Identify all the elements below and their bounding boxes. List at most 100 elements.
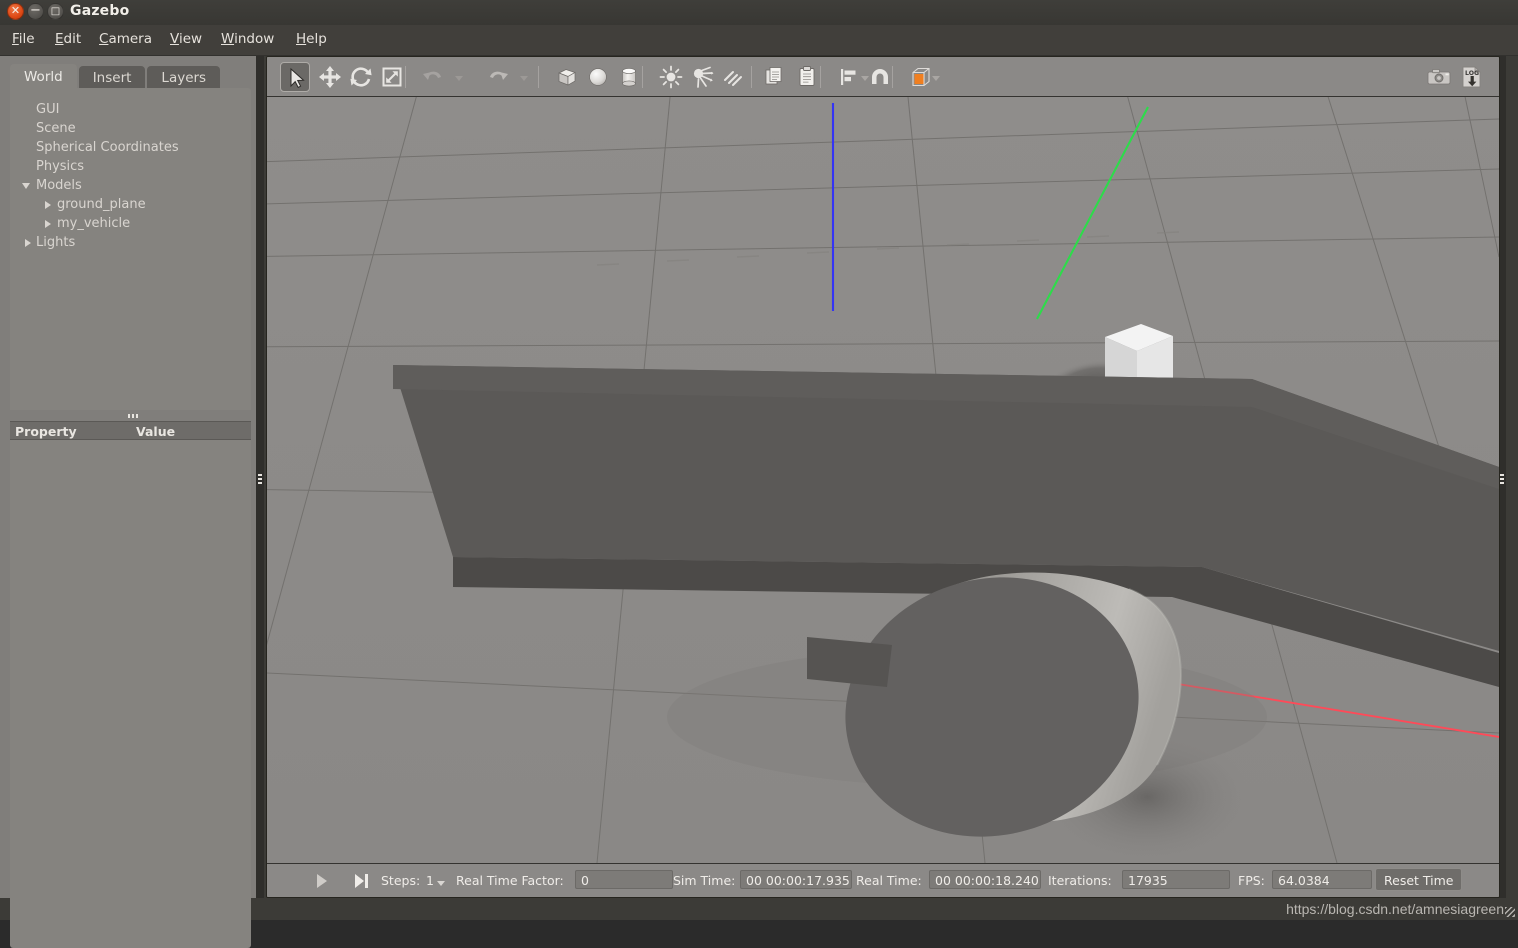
- snap-button[interactable]: [865, 62, 895, 92]
- sim-time-field: 00 00:00:17.935: [740, 870, 852, 889]
- window-controls: ✕ − □: [7, 3, 64, 20]
- left-panel-splitter[interactable]: [256, 56, 264, 898]
- sidebar-horizontal-splitter[interactable]: [10, 412, 251, 421]
- scale-mode-button[interactable]: [377, 62, 407, 92]
- toolbar-separator: [538, 66, 539, 88]
- minimize-icon[interactable]: −: [27, 3, 44, 20]
- tree-item-lights[interactable]: Lights: [10, 233, 251, 252]
- paste-icon: [792, 62, 822, 92]
- real-time-factor-field: 0: [575, 870, 673, 889]
- select-mode-button[interactable]: [280, 62, 310, 92]
- toolbar-separator: [405, 66, 406, 88]
- close-glyph: ✕: [8, 4, 23, 19]
- translate-mode-button[interactable]: [315, 62, 345, 92]
- tab-insert[interactable]: Insert: [79, 66, 146, 90]
- chevron-down-icon[interactable]: [22, 183, 30, 189]
- maximize-icon[interactable]: □: [47, 3, 64, 20]
- tree-item-label: Models: [36, 176, 82, 195]
- toolbar-separator: [642, 66, 643, 88]
- align-button[interactable]: [834, 62, 864, 92]
- reset-time-button[interactable]: Reset Time: [1375, 868, 1462, 891]
- undo-button[interactable]: [418, 62, 448, 92]
- tab-world[interactable]: World: [10, 64, 77, 90]
- redo-history-caret-icon[interactable]: [520, 76, 528, 81]
- iterations-field: 17935: [1122, 870, 1230, 889]
- fps-field: 64.0384: [1272, 870, 1372, 889]
- menu-item-file[interactable]: File: [10, 31, 37, 47]
- chevron-right-icon[interactable]: [45, 201, 51, 209]
- tree-item-scene[interactable]: Scene: [10, 119, 251, 138]
- tree-item-label: Scene: [36, 119, 76, 138]
- splitter-grip-icon: [1500, 474, 1504, 485]
- undo-arrow-icon: [418, 62, 448, 92]
- step-triangle-icon: [355, 874, 364, 888]
- maximize-glyph: □: [48, 4, 63, 19]
- tree-item-gui[interactable]: GUI: [10, 100, 251, 119]
- menu-bar: File Edit Camera View Window Help: [0, 25, 1518, 56]
- menu-item-window[interactable]: Window: [219, 31, 276, 47]
- sidebar-tabs: World Insert Layers: [10, 64, 222, 90]
- tab-layers[interactable]: Layers: [147, 66, 220, 90]
- view-mode-caret-icon[interactable]: [932, 76, 940, 81]
- play-button[interactable]: [317, 874, 327, 888]
- sphere-icon: [583, 62, 613, 92]
- tree-item-label: Lights: [36, 233, 75, 252]
- window-resize-grip[interactable]: [1505, 907, 1515, 917]
- menu-item-view[interactable]: View: [168, 31, 204, 47]
- sim-time-label: Sim Time:: [673, 873, 735, 888]
- tree-item-my-vehicle[interactable]: my_vehicle: [10, 214, 251, 233]
- redo-button[interactable]: [483, 62, 513, 92]
- real-time-field: 00 00:00:18.240: [929, 870, 1041, 889]
- toolbar-separator: [820, 66, 821, 88]
- rotate-mode-button[interactable]: [346, 62, 376, 92]
- tree-item-label: Physics: [36, 157, 84, 176]
- cursor-arrow-icon: [281, 63, 311, 93]
- insert-spot-light-button[interactable]: [687, 62, 717, 92]
- close-icon[interactable]: ✕: [7, 3, 24, 20]
- copy-button[interactable]: [759, 62, 789, 92]
- redo-arrow-icon: [483, 62, 513, 92]
- scale-icon: [377, 62, 407, 92]
- property-table-body: [10, 440, 251, 948]
- rotate-icon: [346, 62, 376, 92]
- 3d-viewport[interactable]: [267, 97, 1499, 863]
- insert-point-light-button[interactable]: [656, 62, 686, 92]
- tree-item-label: ground_plane: [57, 195, 146, 214]
- point-light-icon: [656, 62, 686, 92]
- toolbar-separator: [892, 66, 893, 88]
- tree-item-ground-plane[interactable]: ground_plane: [10, 195, 251, 214]
- screenshot-button[interactable]: [1424, 62, 1454, 92]
- main-toolbar: LOG: [267, 57, 1499, 97]
- chevron-right-icon[interactable]: [25, 239, 31, 247]
- tree-item-label: my_vehicle: [57, 214, 130, 233]
- insert-sphere-button[interactable]: [583, 62, 613, 92]
- menu-item-help[interactable]: Help: [294, 31, 329, 47]
- gazebo-window: ✕ − □ Gazebo File Edit Camera View Windo…: [0, 0, 1518, 920]
- steps-value[interactable]: 1: [426, 873, 434, 888]
- left-panel: World Insert Layers GUI Scene Spherical …: [0, 56, 262, 898]
- real-time-label: Real Time:: [856, 873, 922, 888]
- chevron-right-icon[interactable]: [45, 220, 51, 228]
- svg-text:LOG: LOG: [1465, 70, 1479, 77]
- undo-history-caret-icon[interactable]: [455, 76, 463, 81]
- tree-item-physics[interactable]: Physics: [10, 157, 251, 176]
- menu-item-edit[interactable]: Edit: [53, 31, 83, 47]
- status-bar: Steps: 1 Real Time Factor: 0 Sim Time: 0…: [267, 863, 1499, 897]
- toolbar-separator: [751, 66, 752, 88]
- paste-button[interactable]: [792, 62, 822, 92]
- log-button[interactable]: LOG: [1457, 62, 1487, 92]
- steps-caret-icon[interactable]: [437, 881, 445, 886]
- insert-directional-light-button[interactable]: [718, 62, 748, 92]
- tree-item-spherical-coordinates[interactable]: Spherical Coordinates: [10, 138, 251, 157]
- tree-item-models[interactable]: Models: [10, 176, 251, 195]
- align-icon: [834, 62, 864, 92]
- fps-label: FPS:: [1238, 873, 1265, 888]
- insert-cylinder-button[interactable]: [614, 62, 644, 92]
- iterations-label: Iterations:: [1048, 873, 1112, 888]
- app-title: Gazebo: [70, 3, 129, 19]
- step-bar-icon: [365, 874, 368, 888]
- step-forward-button[interactable]: [355, 874, 369, 888]
- insert-box-button[interactable]: [552, 62, 582, 92]
- tree-item-label: Spherical Coordinates: [36, 138, 179, 157]
- menu-item-camera[interactable]: Camera: [97, 31, 154, 47]
